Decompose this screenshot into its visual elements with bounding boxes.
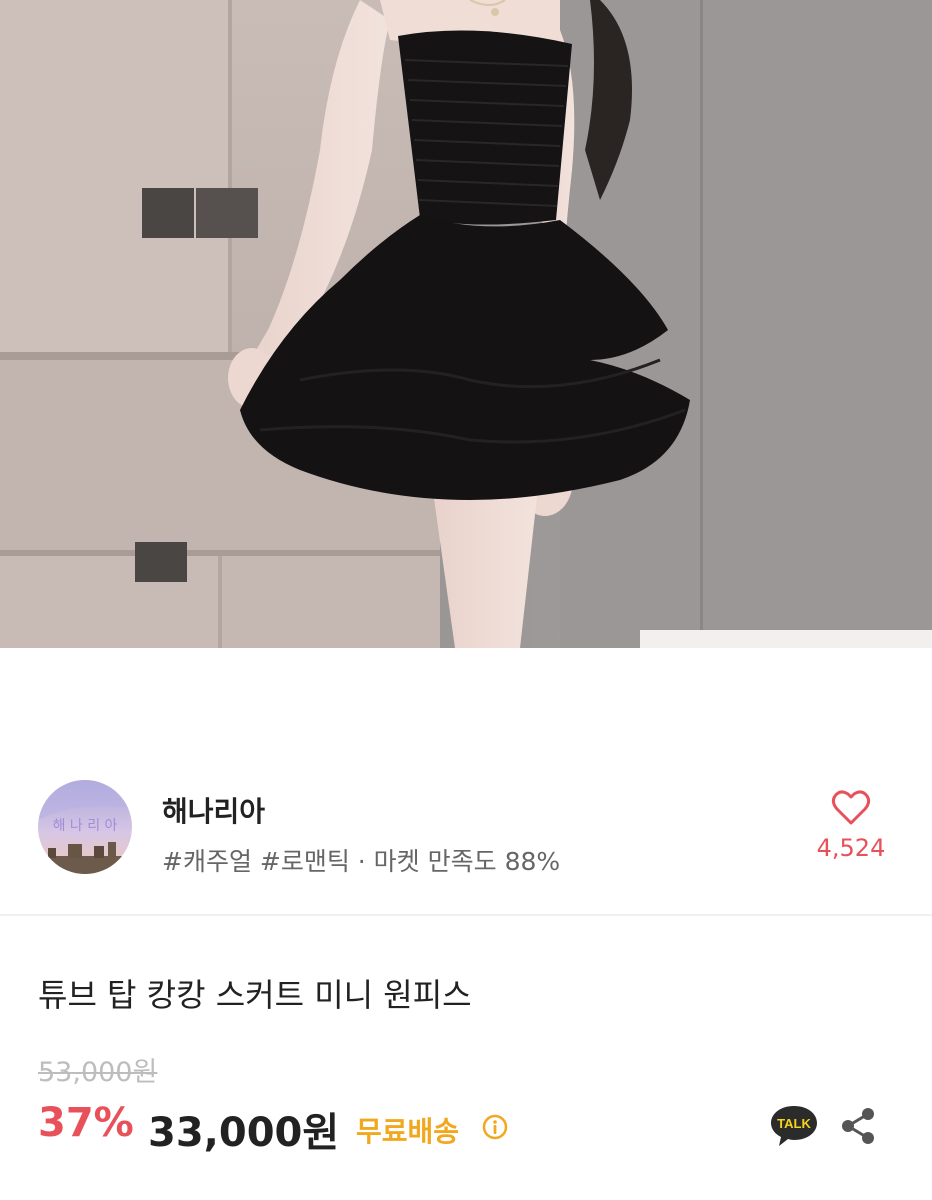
store-info[interactable]: 해 나 리 아 해나리아 #캐주얼 #로맨틱 · 마켓 만족도 88% 4,52… <box>0 760 932 916</box>
store-logo: 해 나 리 아 <box>38 780 132 874</box>
store-name[interactable]: 해나리아 <box>162 790 265 830</box>
product-title: 튜브 탑 캉캉 스커트 미니 원피스 <box>38 976 472 1014</box>
heart-icon[interactable] <box>831 790 871 826</box>
svg-text:TALK: TALK <box>777 1116 811 1131</box>
svg-text:해 나 리 아: 해 나 리 아 <box>53 818 118 834</box>
product-photo <box>0 0 932 648</box>
discount-rate: 37% <box>38 1100 134 1146</box>
section-divider <box>0 914 932 916</box>
store-tags: #캐주얼 #로맨틱 · 마켓 만족도 88% <box>162 847 561 876</box>
kakao-talk-icon[interactable]: TALK <box>768 1104 820 1148</box>
original-price: 53,000원 <box>38 1057 158 1088</box>
like-count: 4,524 <box>816 834 886 862</box>
info-icon[interactable] <box>482 1114 508 1140</box>
like-button[interactable]: 4,524 <box>806 790 896 862</box>
share-icon[interactable] <box>836 1104 880 1148</box>
store-avatar[interactable]: 해 나 리 아 <box>38 780 132 874</box>
product-image[interactable] <box>0 0 932 648</box>
free-shipping-label: 무료배송 <box>356 1115 460 1148</box>
sale-price: 33,000원 <box>148 1110 340 1156</box>
